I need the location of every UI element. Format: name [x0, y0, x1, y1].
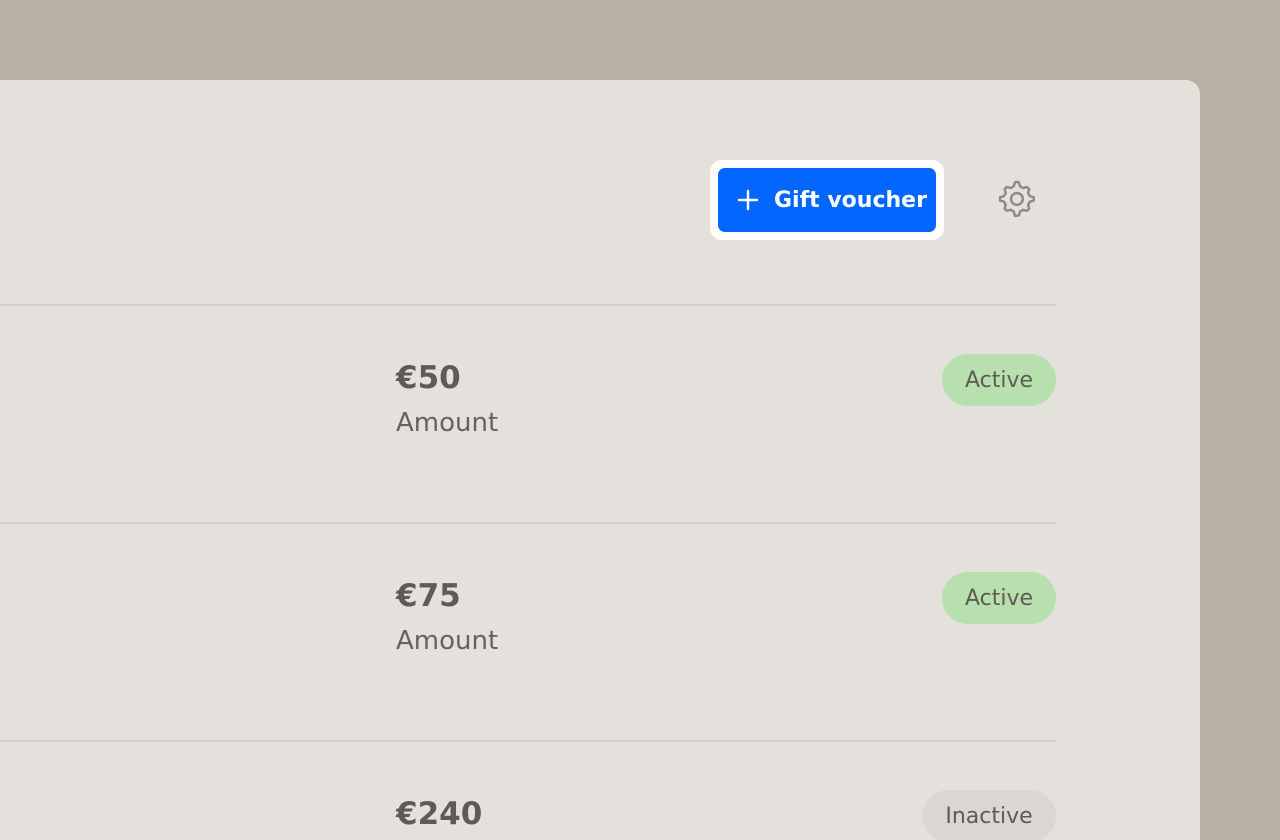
status-badge: Active — [942, 572, 1056, 624]
row-divider — [0, 304, 1056, 306]
row-divider — [0, 522, 1056, 524]
voucher-amount: €240 — [396, 796, 483, 832]
add-gift-voucher-label: Gift voucher — [774, 187, 927, 213]
voucher-amount: €75 — [396, 578, 461, 614]
status-badge: Active — [942, 354, 1056, 406]
voucher-amount: €50 — [396, 360, 461, 396]
status-badge: Inactive — [922, 790, 1056, 840]
add-gift-voucher-button[interactable]: Gift voucher — [718, 168, 936, 232]
gear-icon — [994, 176, 1038, 224]
settings-button[interactable] — [992, 176, 1040, 224]
gift-voucher-button-focus-ring: Gift voucher — [710, 160, 944, 240]
voucher-amount-label: Amount — [396, 626, 499, 656]
vouchers-panel: Gift voucher €50 Amount Active €75 Amoun… — [0, 80, 1200, 840]
row-divider — [0, 740, 1056, 742]
plus-icon — [736, 188, 760, 212]
voucher-amount-label: Amount — [396, 408, 499, 438]
